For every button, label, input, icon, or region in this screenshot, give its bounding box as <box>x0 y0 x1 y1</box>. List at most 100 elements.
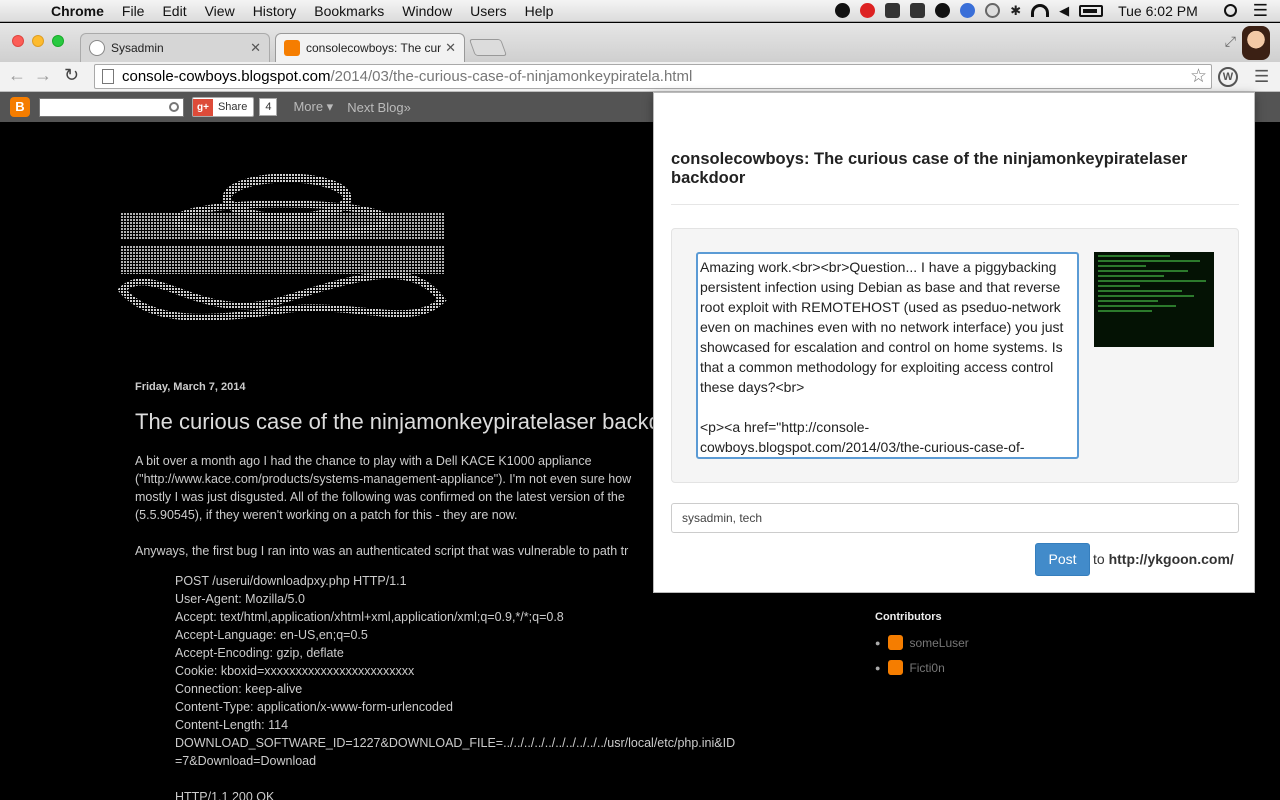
tags-input[interactable] <box>671 503 1239 533</box>
status-area: ✱ ◀ Tue 6:02 PM ☰ <box>830 0 1280 22</box>
menu-view[interactable]: View <box>196 3 244 19</box>
thumbnail-line <box>1098 270 1188 272</box>
tomato-timer-icon[interactable] <box>860 3 876 18</box>
reddit-icon <box>89 40 105 56</box>
post-title[interactable]: The curious case of the ninjamonkeypirat… <box>135 409 661 435</box>
post-body: A bit over a month ago I had the chance … <box>135 452 655 578</box>
code-block: POST /userui/downloadpxy.php HTTP/1.1 Us… <box>175 572 735 800</box>
tab-close-icon[interactable]: ✕ <box>250 40 261 56</box>
fullscreen-icon[interactable]: ⤢ <box>1225 33 1236 50</box>
console-cowboys-logo[interactable] <box>112 150 452 330</box>
bullet-icon: ● <box>875 637 881 648</box>
thumbnail-line <box>1098 305 1176 307</box>
spotlight-search-icon[interactable] <box>1223 4 1237 17</box>
status-app-icon[interactable] <box>835 3 851 18</box>
code-line: Content-Type: application/x-www-form-url… <box>175 700 453 714</box>
next-blog-link[interactable]: Next Blog» <box>347 100 411 115</box>
thumbnail-line <box>1098 310 1152 312</box>
bookmark-star-icon[interactable]: ☆ <box>1190 65 1207 88</box>
window-close-button[interactable] <box>12 35 24 47</box>
contributor-name[interactable]: someLuser <box>909 636 968 650</box>
code-line: POST /userui/downloadpxy.php HTTP/1.1 <box>175 574 407 588</box>
menu-window[interactable]: Window <box>393 3 461 19</box>
blog-search-input[interactable] <box>39 97 184 117</box>
volume-icon[interactable]: ◀ <box>1059 3 1069 19</box>
menu-history[interactable]: History <box>244 3 306 19</box>
post-button[interactable]: Post <box>1035 543 1090 576</box>
post-paragraph: A bit over a month ago I had the chance … <box>135 452 655 524</box>
thumbnail-line <box>1098 295 1194 297</box>
browser-toolbar: ← → ↻ console-cowboys.blogspot.com/2014/… <box>0 62 1280 92</box>
menu-app-chrome[interactable]: Chrome <box>42 3 113 19</box>
comment-well: Amazing work.<br><br>Question... I have … <box>671 228 1239 483</box>
code-line: HTTP/1.1 200 OK <box>175 790 275 800</box>
status-app-icon[interactable] <box>910 3 926 18</box>
post-line: mostly I was just disgusted. All of the … <box>135 490 625 504</box>
page-thumbnail[interactable] <box>1094 252 1214 347</box>
menu-file[interactable]: File <box>113 3 154 19</box>
code-line: DOWNLOAD_SOFTWARE_ID=1227&DOWNLOAD_FILE=… <box>175 736 736 750</box>
blogger-icon <box>888 660 904 675</box>
menu-bar: Chrome File Edit View History Bookmarks … <box>0 0 1280 22</box>
page-icon <box>102 69 114 84</box>
tab-strip: Sysadmin ✕ consolecowboys: The curio ✕ ⤢ <box>0 23 1280 62</box>
contributor-item[interactable]: ● Ficti0n <box>875 660 969 675</box>
menu-help[interactable]: Help <box>516 3 563 19</box>
wifi-icon[interactable] <box>1031 4 1050 17</box>
post-line: A bit over a month ago I had the chance … <box>135 454 592 468</box>
chrome-menu-icon[interactable]: ☰ <box>1254 67 1269 87</box>
contributor-name[interactable]: Ficti0n <box>909 661 944 675</box>
search-icon[interactable] <box>169 101 179 112</box>
post-destination: to http://ykgoon.com/ <box>1093 551 1234 567</box>
time-machine-icon[interactable] <box>985 3 1001 18</box>
url-path: /2014/03/the-curious-case-of-ninjamonkey… <box>330 68 693 85</box>
wordpress-extension-icon[interactable]: W <box>1218 67 1238 87</box>
tab-sysadmin[interactable]: Sysadmin ✕ <box>80 33 270 62</box>
tab-consolecowboys[interactable]: consolecowboys: The curio ✕ <box>275 33 465 62</box>
contributors-widget: Contributors ● someLuser ● Ficti0n <box>875 611 969 685</box>
forward-arrow-icon[interactable]: → <box>34 65 52 86</box>
battery-icon[interactable] <box>1079 4 1104 17</box>
menu-edit[interactable]: Edit <box>153 3 195 19</box>
back-arrow-icon[interactable]: ← <box>8 65 26 86</box>
contributor-item[interactable]: ● someLuser <box>875 635 969 650</box>
tab-title: Sysadmin <box>111 41 164 55</box>
post-date: Friday, March 7, 2014 <box>135 381 246 393</box>
address-bar[interactable]: console-cowboys.blogspot.com/2014/03/the… <box>94 64 1212 89</box>
bluetooth-icon[interactable]: ✱ <box>1010 3 1021 19</box>
new-tab-button[interactable] <box>468 39 508 56</box>
thumbnail-line <box>1098 300 1158 302</box>
more-menu[interactable]: More ▾ <box>293 99 333 115</box>
notification-center-icon[interactable]: ☰ <box>1253 1 1268 21</box>
post-destination-url: http://ykgoon.com/ <box>1108 551 1234 567</box>
thumbnail-line <box>1098 255 1170 257</box>
share-count-badge: 4 <box>259 98 278 116</box>
menu-clock[interactable]: Tue 6:02 PM <box>1118 3 1198 19</box>
blogger-icon <box>888 635 904 650</box>
status-app-icon[interactable] <box>960 3 976 18</box>
tab-title: consolecowboys: The curio <box>306 41 442 55</box>
thumbnail-line <box>1098 260 1200 262</box>
google-plus-icon: g+ <box>193 98 213 116</box>
window-zoom-button[interactable] <box>52 35 64 47</box>
post-to-blog-popup: consolecowboys: The curious case of the … <box>653 92 1255 593</box>
reload-icon[interactable]: ↻ <box>64 65 79 86</box>
menu-users[interactable]: Users <box>461 3 516 19</box>
post-to-label: to <box>1093 551 1105 567</box>
status-app-icon[interactable] <box>935 3 951 18</box>
thumbnail-line <box>1098 290 1182 292</box>
thumbnail-line <box>1098 285 1140 287</box>
comment-textarea[interactable]: Amazing work.<br><br>Question... I have … <box>696 252 1079 459</box>
profile-avatar[interactable] <box>1242 26 1270 60</box>
blogger-icon <box>284 40 300 56</box>
status-app-icon[interactable] <box>885 3 901 18</box>
google-plus-share-button[interactable]: g+ Share <box>192 97 255 117</box>
post-paragraph: Anyways, the first bug I ran into was an… <box>135 544 629 558</box>
window-minimize-button[interactable] <box>32 35 44 47</box>
thumbnail-line <box>1098 275 1164 277</box>
tab-close-icon[interactable]: ✕ <box>445 40 456 56</box>
code-line: Content-Length: 114 <box>175 718 289 732</box>
post-line: (5.5.90545), if they weren't working on … <box>135 508 518 522</box>
menu-bookmarks[interactable]: Bookmarks <box>305 3 393 19</box>
blogger-logo-icon[interactable]: B <box>10 97 30 117</box>
